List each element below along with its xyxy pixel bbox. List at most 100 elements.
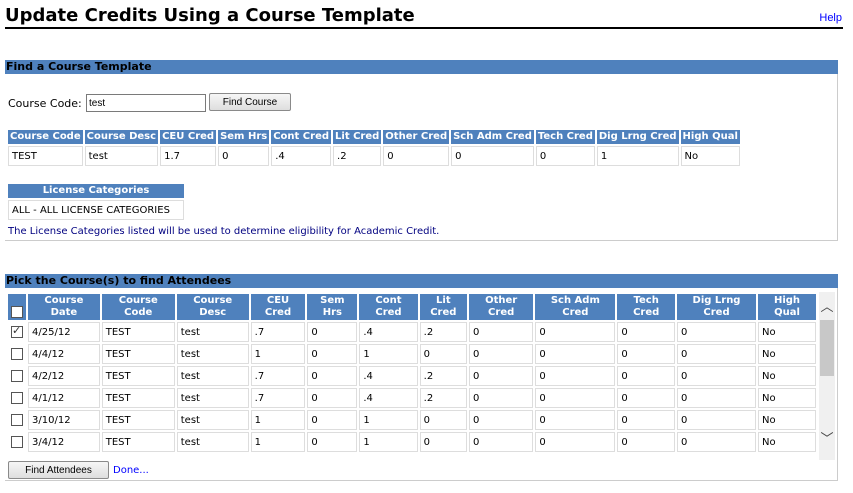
row-checkbox[interactable] [11,436,23,448]
table-cell: 0 [419,432,467,452]
table-cell: 0 [535,344,616,364]
table-cell: 0 [307,432,358,452]
column-header: Lit Cred [333,130,382,144]
table-row: TEST test 1.7 0.4.2 0 0 0 1 No [8,146,740,166]
table-cell: 1 [359,432,418,452]
table-cell: .4 [359,366,418,386]
course-code-label: Course Code: [8,97,82,110]
table-cell: 0 [617,366,675,386]
table-cell: 4/2/12 [28,366,100,386]
table-cell: 4/1/12 [28,388,100,408]
table-cell: 1 [596,146,679,166]
column-header: Sem Hrs [307,294,358,320]
table-cell: TEST [101,322,175,342]
column-header: Course Code [8,130,83,144]
table-cell: 0 [535,388,616,408]
table-row: 4/25/12TESTtest.70.4.20000No [8,322,816,342]
table-cell: 0 [469,322,534,342]
table-cell: 0 [469,432,534,452]
table-cell: No [758,322,816,342]
license-categories-header: License Categories [8,184,184,198]
table-cell: 1.7 [160,146,217,166]
course-code-input[interactable] [86,94,206,112]
table-cell: .2 [333,146,382,166]
course-list-scroll-area: Course Date Course Code Course Desc CEU Cre… [6,292,818,460]
column-header: Cont Cred [359,294,418,320]
table-cell: 0 [307,344,358,364]
table-cell: 0 [676,388,757,408]
courses-table: Course Date Course Code Course Desc CEU Cre… [6,292,818,454]
course-list-scrollbar[interactable]: ︿ ﹀ [819,292,835,460]
table-row: 4/2/12 TEST test .7 0.4.2 0 0 0 0 No [8,366,816,386]
row-select-cell [8,366,26,386]
help-link[interactable]: Help [819,12,842,24]
table-cell: 0 [676,344,757,364]
license-category-value: ALL - ALL LICENSE CATEGORIES [8,200,184,220]
table-cell: TEST [101,388,175,408]
row-checkbox[interactable] [11,392,23,404]
column-header: Tech Cred [617,294,675,320]
table-cell: 1 [359,410,418,430]
table-cell: 0 [419,344,467,364]
table-cell: No [758,344,816,364]
column-header: Course Code [101,294,175,320]
table-cell: test [84,146,159,166]
table-cell: .4 [271,146,332,166]
column-header: Cont Cred [271,130,332,144]
table-cell: .4 [359,322,418,342]
table-row: 3/10/12 TEST test 1 0 1 0 0 0 0 0 No [8,410,816,430]
table-cell: 0 [535,410,616,430]
table-cell: 0 [469,344,534,364]
column-header: CEU Cred [160,130,217,144]
row-checkbox[interactable] [11,348,23,360]
table-cell: test [176,432,249,452]
table-cell: 0 [307,366,358,386]
row-select-cell [8,344,26,364]
table-cell: 0 [676,322,757,342]
table-cell: TEST [101,432,175,452]
find-course-button[interactable]: Find Course [209,93,291,111]
pick-courses-heading: Pick the Course(s) to find Attendees [5,274,838,288]
table-cell: 3/10/12 [28,410,100,430]
table-cell: 0 [617,344,675,364]
table-cell: 0 [451,146,534,166]
courses-table-header: Course Date Course Code Course Desc CEU Cre… [8,294,816,320]
table-cell: No [680,146,740,166]
find-attendees-button[interactable]: Find Attendees [8,461,109,479]
column-header: Sch Adm Cred [535,294,616,320]
scroll-thumb[interactable] [820,320,834,376]
row-checkbox[interactable] [11,324,23,338]
table-cell: .2 [419,366,467,386]
chevron-down-icon[interactable]: ﹀ [819,432,835,448]
table-cell: .4 [359,388,418,408]
table-cell: test [176,366,249,386]
table-cell: 1 [359,344,418,364]
table-row: 4/4/12 TEST test 1 0 1 0 0 0 0 0 No [8,344,816,364]
title-rule [5,27,843,29]
column-header: Sem Hrs [218,130,270,144]
template-table: Course Code Course Desc CEU Cred Sem Hrs Con… [6,128,742,168]
table-cell: 0 [469,410,534,430]
table-cell: .7 [250,388,306,408]
column-header: Course Date [28,294,100,320]
table-cell: TEST [8,146,83,166]
row-checkbox[interactable] [11,414,23,426]
done-link[interactable]: Done... [113,465,149,476]
column-header: Course Desc [176,294,249,320]
table-cell: No [758,366,816,386]
column-header: Other Cred [383,130,450,144]
table-cell: 0 [617,388,675,408]
table-cell: 1 [250,344,306,364]
table-cell: test [176,410,249,430]
column-header: High Qual [758,294,816,320]
table-cell: No [758,410,816,430]
row-checkbox[interactable] [11,370,23,382]
table-cell: No [758,388,816,408]
column-header: Lit Cred [419,294,467,320]
table-cell: TEST [101,344,175,364]
chevron-up-icon[interactable]: ︿ [819,300,835,316]
select-all-checkbox[interactable] [11,306,23,318]
table-cell: TEST [101,366,175,386]
table-cell: 0 [676,432,757,452]
find-template-heading: Find a Course Template [5,60,838,74]
